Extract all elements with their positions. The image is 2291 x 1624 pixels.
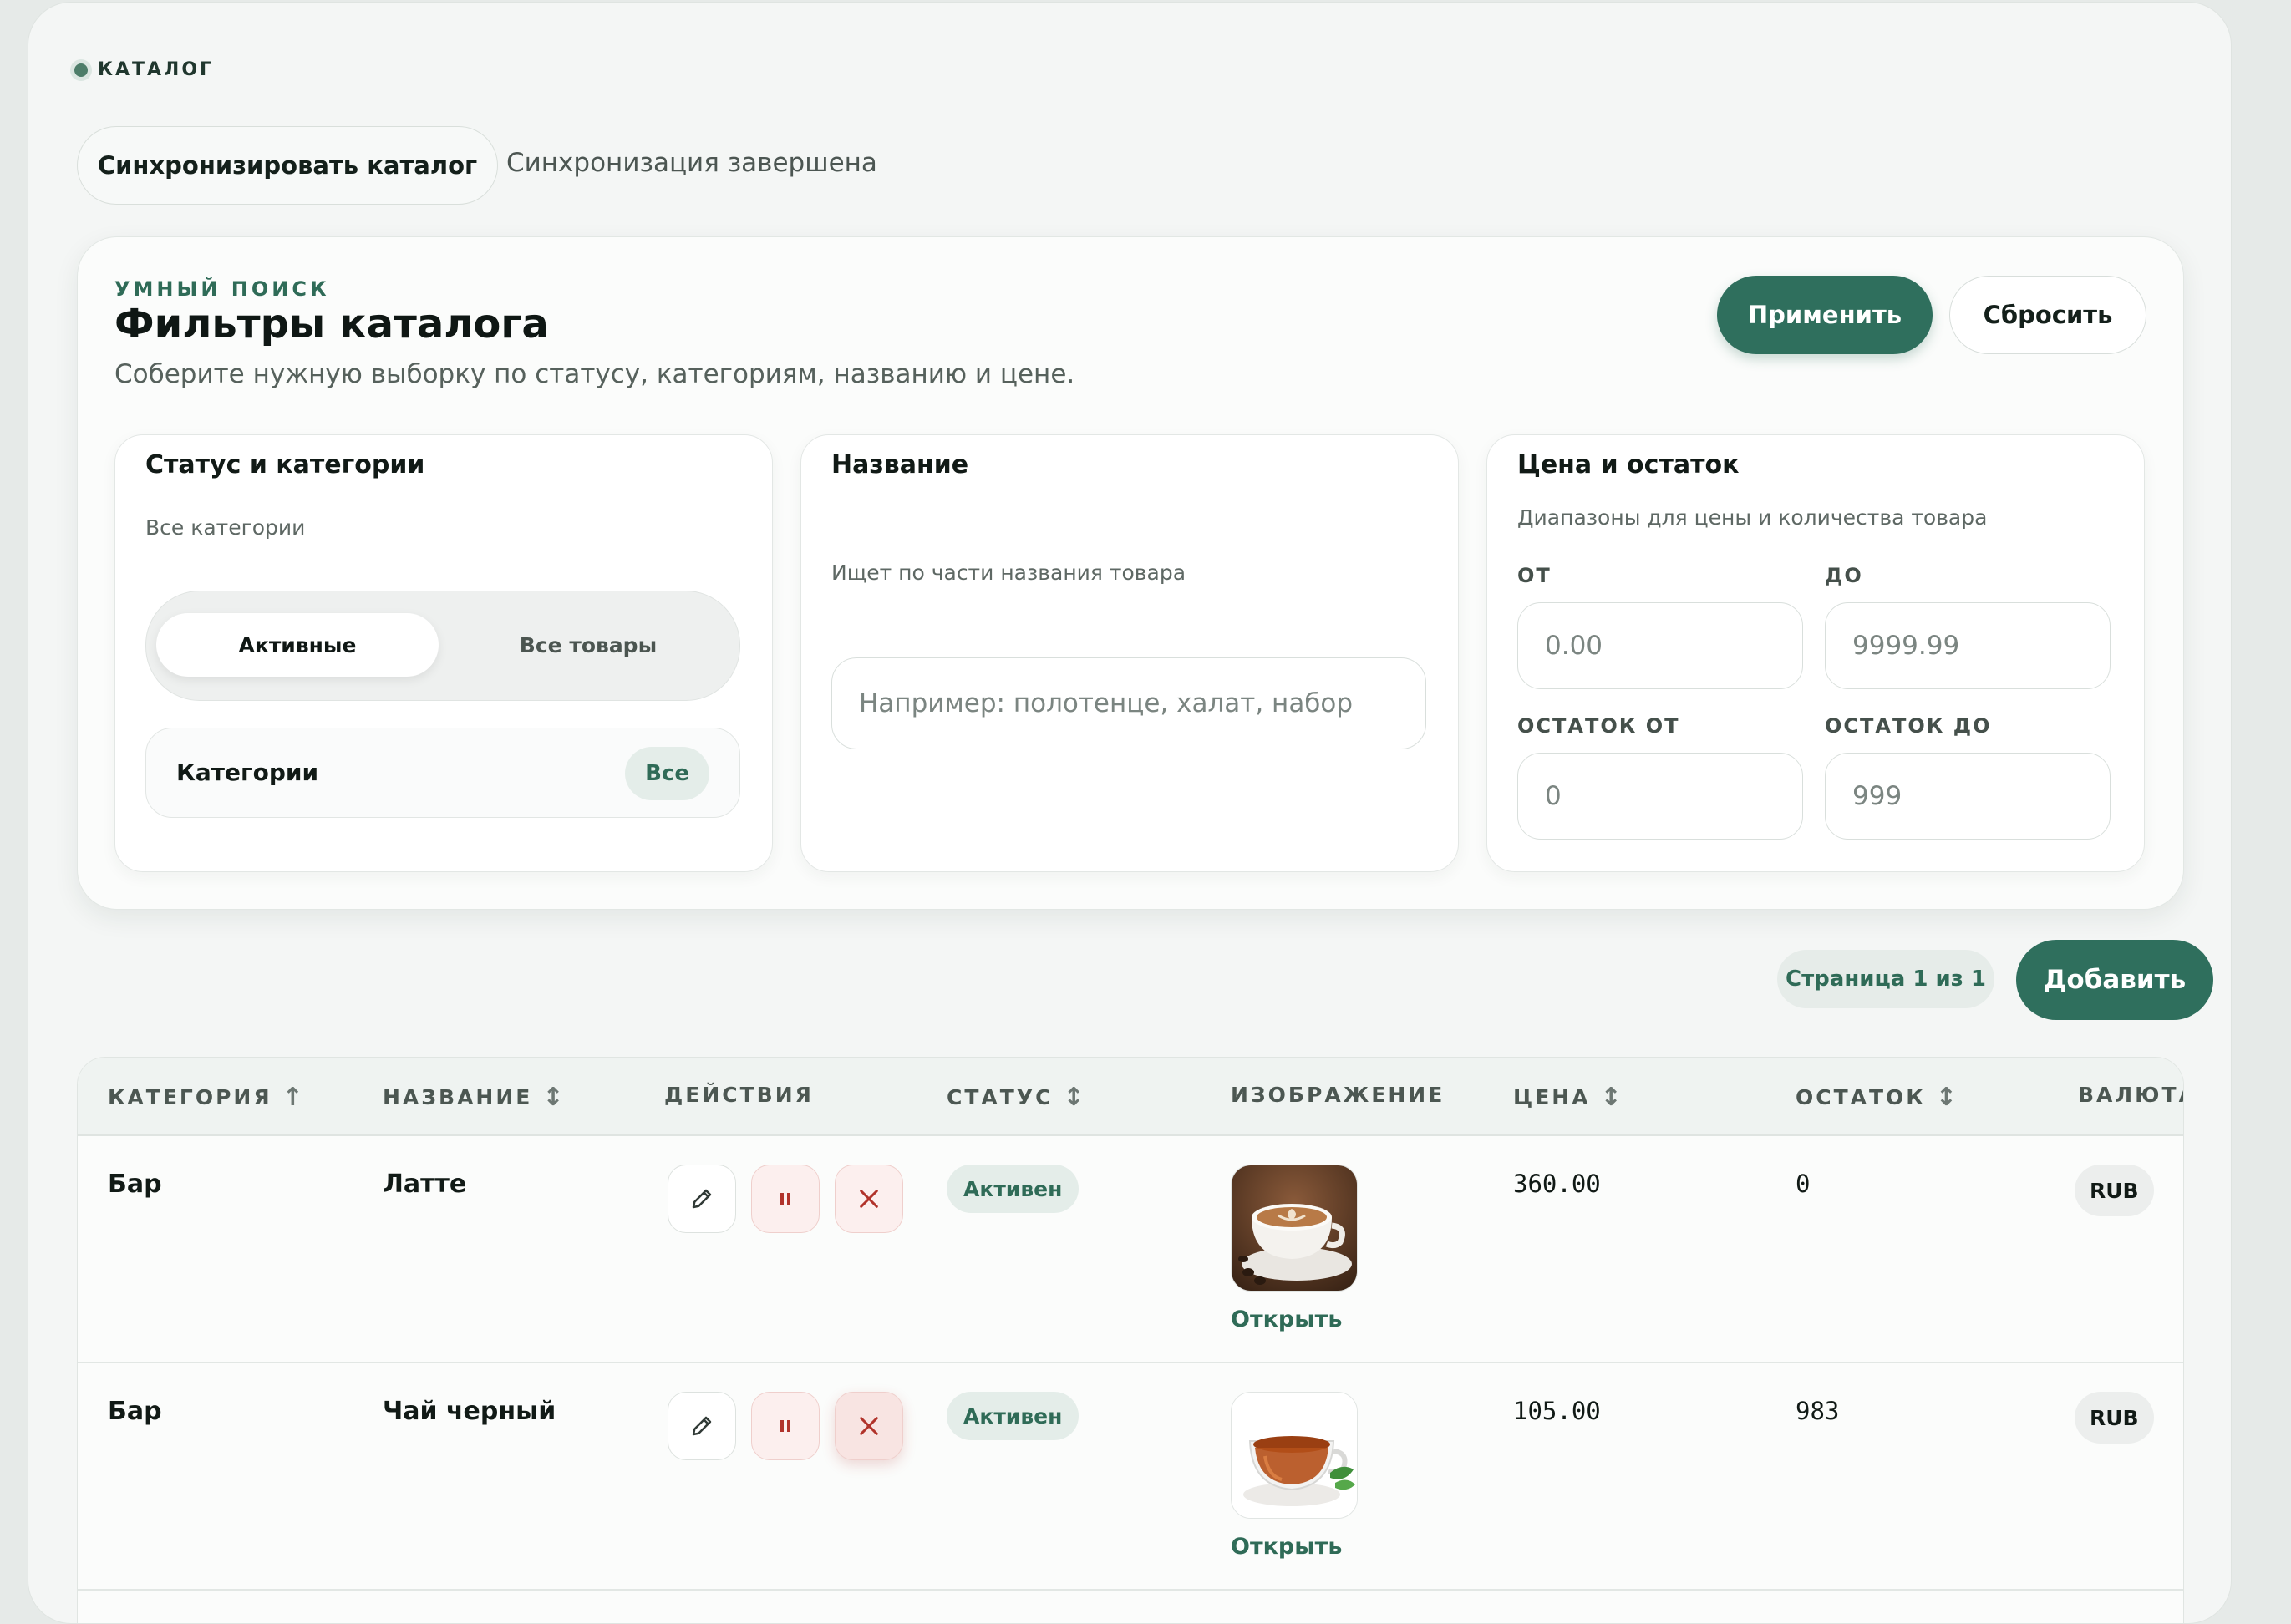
- filters-title: Фильтры каталога: [114, 301, 549, 348]
- apply-filters-button[interactable]: Применить: [1717, 276, 1933, 354]
- currency-badge: RUB: [2075, 1165, 2154, 1216]
- column-header-actions: ДЕЙСТВИЯ: [664, 1083, 814, 1107]
- close-icon: [860, 1190, 878, 1208]
- name-panel-hint: Ищет по части названия товара: [831, 561, 1186, 585]
- price-panel-hint: Диапазоны для цены и количества товара: [1517, 505, 1988, 530]
- status-segmented-control: Активные Все товары: [145, 591, 740, 701]
- stock-to-input[interactable]: [1825, 753, 2111, 840]
- row-stock: 0: [1796, 1170, 1811, 1198]
- sort-icon: ↕: [1935, 1083, 1957, 1112]
- status-panel-hint: Все категории: [145, 515, 306, 540]
- name-search-input[interactable]: [831, 657, 1426, 749]
- edit-button[interactable]: [668, 1392, 736, 1460]
- filters-eyebrow: УМНЫЙ ПОИСК: [114, 277, 330, 301]
- status-badge: Активен: [947, 1165, 1079, 1213]
- sync-status-text: Синхронизация завершена: [506, 148, 877, 178]
- column-header-name-label: НАЗВАНИЕ: [383, 1085, 533, 1109]
- product-image[interactable]: [1231, 1392, 1358, 1519]
- row-price: 360.00: [1513, 1170, 1601, 1198]
- row-name: Латте: [383, 1170, 467, 1199]
- pause-icon: [780, 1420, 790, 1432]
- products-table: КАТЕГОРИЯ ↑ НАЗВАНИЕ ↕ ДЕЙСТВИЯ СТАТУС ↕…: [77, 1057, 2184, 1623]
- pencil-icon: [692, 1416, 712, 1436]
- catalog-page: КАТАЛОГ Синхронизировать каталог Синхрон…: [28, 2, 2232, 1624]
- column-header-status-label: СТАТУС: [947, 1085, 1054, 1109]
- column-header-image: ИЗОБРАЖЕНИЕ: [1231, 1083, 1445, 1107]
- price-panel-title: Цена и остаток: [1517, 450, 1740, 480]
- pencil-icon: [692, 1189, 712, 1209]
- column-header-currency-label: ВАЛЮТА: [2078, 1083, 2183, 1107]
- table-row: Бар Латте Активен Открыть 360.00 0 RUB: [78, 1136, 2183, 1363]
- name-panel: Название Ищет по части названия товара: [800, 434, 1459, 872]
- section-label-text: КАТАЛОГ: [98, 59, 215, 80]
- segment-active[interactable]: Активные: [156, 613, 439, 677]
- price-stock-panel: Цена и остаток Диапазоны для цены и коли…: [1486, 434, 2145, 872]
- segment-all-products[interactable]: Все товары: [447, 613, 729, 677]
- delete-button[interactable]: [835, 1392, 903, 1460]
- column-header-status[interactable]: СТАТУС ↕: [947, 1083, 1085, 1112]
- stock-to-label: ОСТАТОК ДО: [1825, 714, 1992, 738]
- currency-badge: RUB: [2075, 1392, 2154, 1444]
- pause-button[interactable]: [751, 1392, 820, 1460]
- sort-icon: ↕: [1063, 1083, 1085, 1112]
- sort-ascending-icon: ↑: [282, 1083, 303, 1112]
- categories-selector[interactable]: Категории Все: [145, 728, 740, 818]
- open-image-link[interactable]: Открыть: [1231, 1307, 1342, 1332]
- column-header-stock[interactable]: ОСТАТОК ↕: [1796, 1083, 1957, 1112]
- column-header-currency: ВАЛЮТА: [2078, 1083, 2183, 1107]
- status-panel-title: Статус и категории: [145, 450, 425, 480]
- filters-card: УМНЫЙ ПОИСК Фильтры каталога Соберите ну…: [77, 236, 2184, 910]
- table-row: Бар Чай черный Активен Открыть 105.00 98…: [78, 1363, 2183, 1591]
- add-product-button[interactable]: Добавить: [2016, 940, 2213, 1020]
- stock-from-input[interactable]: [1517, 753, 1803, 840]
- column-header-actions-label: ДЕЙСТВИЯ: [664, 1083, 814, 1107]
- column-header-category[interactable]: КАТЕГОРИЯ ↑: [108, 1083, 303, 1112]
- column-header-price[interactable]: ЦЕНА ↕: [1513, 1083, 1622, 1112]
- pause-button[interactable]: [751, 1165, 820, 1233]
- black-tea-cup-photo: [1232, 1393, 1357, 1518]
- row-category: Бар: [108, 1397, 162, 1426]
- price-from-label: ОТ: [1517, 564, 1552, 587]
- filters-description: Соберите нужную выборку по статусу, кате…: [114, 359, 1075, 389]
- edit-button[interactable]: [668, 1165, 736, 1233]
- price-from-input[interactable]: [1517, 602, 1803, 689]
- categories-value-badge: Все: [625, 747, 709, 800]
- row-category: Бар: [108, 1170, 162, 1199]
- latte-cup-photo: [1232, 1165, 1357, 1291]
- sort-icon: ↕: [542, 1083, 564, 1112]
- categories-label: Категории: [176, 759, 319, 786]
- reset-filters-button[interactable]: Сбросить: [1949, 276, 2146, 354]
- open-image-link[interactable]: Открыть: [1231, 1534, 1342, 1560]
- pause-icon: [780, 1193, 790, 1205]
- column-header-price-label: ЦЕНА: [1513, 1085, 1591, 1109]
- row-price: 105.00: [1513, 1397, 1601, 1425]
- column-header-category-label: КАТЕГОРИЯ: [108, 1085, 272, 1109]
- page-indicator: Страница 1 из 1: [1777, 950, 1994, 1008]
- row-name: Чай черный: [383, 1397, 556, 1426]
- column-header-name[interactable]: НАЗВАНИЕ ↕: [383, 1083, 564, 1112]
- table-header: КАТЕГОРИЯ ↑ НАЗВАНИЕ ↕ ДЕЙСТВИЯ СТАТУС ↕…: [78, 1058, 2183, 1136]
- status-badge: Активен: [947, 1392, 1079, 1440]
- column-header-stock-label: ОСТАТОК: [1796, 1085, 1926, 1109]
- row-stock: 983: [1796, 1397, 1840, 1425]
- section-label: КАТАЛОГ: [74, 59, 214, 80]
- status-categories-panel: Статус и категории Все категории Активны…: [114, 434, 773, 872]
- sort-icon: ↕: [1600, 1083, 1622, 1112]
- delete-button[interactable]: [835, 1165, 903, 1233]
- sync-catalog-button[interactable]: Синхронизировать каталог: [77, 126, 498, 205]
- column-header-image-label: ИЗОБРАЖЕНИЕ: [1231, 1083, 1445, 1107]
- price-to-input[interactable]: [1825, 602, 2111, 689]
- close-icon: [860, 1417, 878, 1435]
- product-image[interactable]: [1231, 1165, 1358, 1292]
- stock-from-label: ОСТАТОК ОТ: [1517, 714, 1680, 738]
- price-to-label: ДО: [1825, 564, 1863, 587]
- name-panel-title: Название: [831, 450, 969, 480]
- dot-icon: [74, 63, 88, 77]
